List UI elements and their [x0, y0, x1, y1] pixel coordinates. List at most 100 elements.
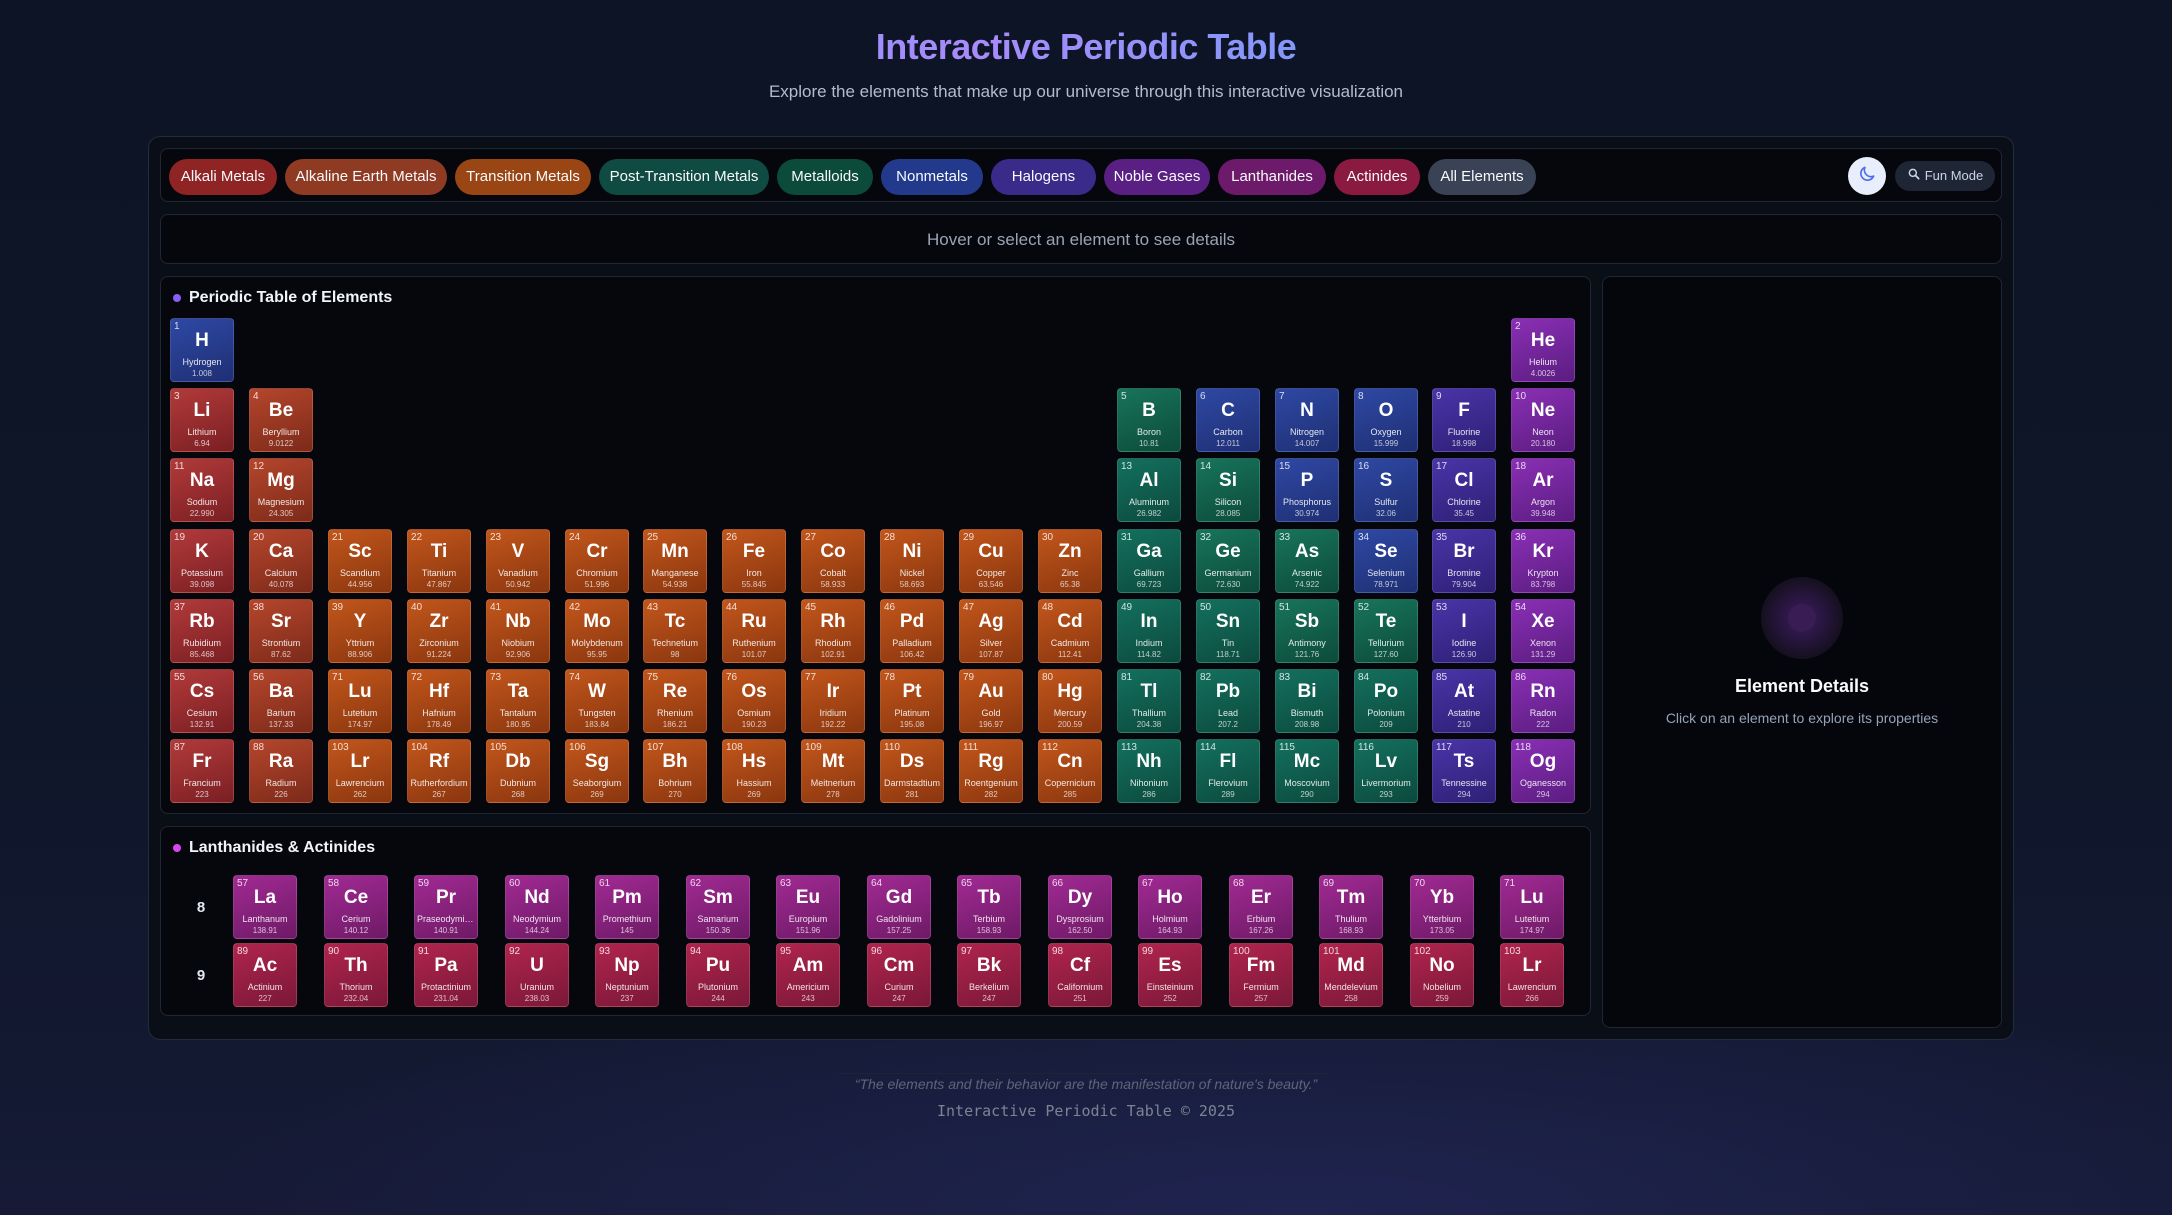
element-tile[interactable]: 72 Hf Hafnium 178.49 — [407, 669, 471, 733]
element-tile[interactable]: 27 Co Cobalt 58.933 — [801, 529, 865, 593]
element-tile[interactable]: 46 Pd Palladium 106.42 — [880, 599, 944, 663]
element-tile[interactable]: 68 Er Erbium 167.26 — [1229, 875, 1293, 939]
element-tile[interactable]: 76 Os Osmium 190.23 — [722, 669, 786, 733]
element-tile[interactable]: 67 Ho Holmium 164.93 — [1138, 875, 1202, 939]
element-tile[interactable]: 25 Mn Manganese 54.938 — [643, 529, 707, 593]
element-tile[interactable]: 85 At Astatine 210 — [1432, 669, 1496, 733]
element-tile[interactable]: 116 Lv Livermorium 293 — [1354, 739, 1418, 803]
element-tile[interactable]: 104 Rf Rutherfordium 267 — [407, 739, 471, 803]
element-tile[interactable]: 40 Zr Zirconium 91.224 — [407, 599, 471, 663]
element-tile[interactable]: 52 Te Tellurium 127.60 — [1354, 599, 1418, 663]
element-tile[interactable]: 37 Rb Rubidium 85.468 — [170, 599, 234, 663]
element-tile[interactable]: 88 Ra Radium 226 — [249, 739, 313, 803]
element-tile[interactable]: 60 Nd Neodymium 144.24 — [505, 875, 569, 939]
element-tile[interactable]: 90 Th Thorium 232.04 — [324, 943, 388, 1007]
filter-chip[interactable]: Actinides — [1334, 159, 1420, 195]
element-tile[interactable]: 48 Cd Cadmium 112.41 — [1038, 599, 1102, 663]
element-tile[interactable]: 64 Gd Gadolinium 157.25 — [867, 875, 931, 939]
element-tile[interactable]: 103 Lr Lawrencium 266 — [1500, 943, 1564, 1007]
element-tile[interactable]: 30 Zn Zinc 65.38 — [1038, 529, 1102, 593]
element-tile[interactable]: 50 Sn Tin 118.71 — [1196, 599, 1260, 663]
element-tile[interactable]: 66 Dy Dysprosium 162.50 — [1048, 875, 1112, 939]
element-tile[interactable]: 111 Rg Roentgenium 282 — [959, 739, 1023, 803]
element-tile[interactable]: 8 O Oxygen 15.999 — [1354, 388, 1418, 452]
element-tile[interactable]: 9 F Fluorine 18.998 — [1432, 388, 1496, 452]
element-tile[interactable]: 54 Xe Xenon 131.29 — [1511, 599, 1575, 663]
element-tile[interactable]: 5 B Boron 10.81 — [1117, 388, 1181, 452]
element-tile[interactable]: 57 La Lanthanum 138.91 — [233, 875, 297, 939]
element-tile[interactable]: 17 Cl Chlorine 35.45 — [1432, 458, 1496, 522]
element-tile[interactable]: 109 Mt Meitnerium 278 — [801, 739, 865, 803]
element-tile[interactable]: 42 Mo Molybdenum 95.95 — [565, 599, 629, 663]
filter-chip[interactable]: Alkali Metals — [169, 159, 277, 195]
element-tile[interactable]: 45 Rh Rhodium 102.91 — [801, 599, 865, 663]
element-tile[interactable]: 11 Na Sodium 22.990 — [170, 458, 234, 522]
element-tile[interactable]: 39 Y Yttrium 88.906 — [328, 599, 392, 663]
element-tile[interactable]: 59 Pr Praseodymium 140.91 — [414, 875, 478, 939]
filter-chip[interactable]: Alkaline Earth Metals — [285, 159, 447, 195]
element-tile[interactable]: 99 Es Einsteinium 252 — [1138, 943, 1202, 1007]
element-tile[interactable]: 43 Tc Technetium 98 — [643, 599, 707, 663]
element-tile[interactable]: 94 Pu Plutonium 244 — [686, 943, 750, 1007]
element-tile[interactable]: 115 Mc Moscovium 290 — [1275, 739, 1339, 803]
element-tile[interactable]: 107 Bh Bohrium 270 — [643, 739, 707, 803]
theme-toggle-button[interactable] — [1848, 157, 1886, 195]
element-tile[interactable]: 91 Pa Protactinium 231.04 — [414, 943, 478, 1007]
element-tile[interactable]: 97 Bk Berkelium 247 — [957, 943, 1021, 1007]
element-tile[interactable]: 49 In Indium 114.82 — [1117, 599, 1181, 663]
element-tile[interactable]: 102 No Nobelium 259 — [1410, 943, 1474, 1007]
element-tile[interactable]: 84 Po Polonium 209 — [1354, 669, 1418, 733]
element-tile[interactable]: 3 Li Lithium 6.94 — [170, 388, 234, 452]
element-tile[interactable]: 22 Ti Titanium 47.867 — [407, 529, 471, 593]
element-tile[interactable]: 86 Rn Radon 222 — [1511, 669, 1575, 733]
element-tile[interactable]: 113 Nh Nihonium 286 — [1117, 739, 1181, 803]
element-tile[interactable]: 110 Ds Darmstadtium 281 — [880, 739, 944, 803]
element-tile[interactable]: 117 Ts Tennessine 294 — [1432, 739, 1496, 803]
filter-chip[interactable]: Nonmetals — [881, 159, 983, 195]
element-tile[interactable]: 44 Ru Ruthenium 101.07 — [722, 599, 786, 663]
element-tile[interactable]: 56 Ba Barium 137.33 — [249, 669, 313, 733]
element-tile[interactable]: 65 Tb Terbium 158.93 — [957, 875, 1021, 939]
filter-chip[interactable]: Halogens — [991, 159, 1096, 195]
element-tile[interactable]: 23 V Vanadium 50.942 — [486, 529, 550, 593]
element-tile[interactable]: 71 Lu Lutetium 174.97 — [1500, 875, 1564, 939]
element-tile[interactable]: 7 N Nitrogen 14.007 — [1275, 388, 1339, 452]
element-tile[interactable]: 78 Pt Platinum 195.08 — [880, 669, 944, 733]
element-tile[interactable]: 32 Ge Germanium 72.630 — [1196, 529, 1260, 593]
element-tile[interactable]: 106 Sg Seaborgium 269 — [565, 739, 629, 803]
element-tile[interactable]: 112 Cn Copernicium 285 — [1038, 739, 1102, 803]
element-tile[interactable]: 19 K Potassium 39.098 — [170, 529, 234, 593]
element-tile[interactable]: 18 Ar Argon 39.948 — [1511, 458, 1575, 522]
element-tile[interactable]: 61 Pm Promethium 145 — [595, 875, 659, 939]
element-tile[interactable]: 118 Og Oganesson 294 — [1511, 739, 1575, 803]
element-tile[interactable]: 24 Cr Chromium 51.996 — [565, 529, 629, 593]
fun-mode-button[interactable]: Fun Mode — [1895, 161, 1995, 191]
element-tile[interactable]: 14 Si Silicon 28.085 — [1196, 458, 1260, 522]
element-tile[interactable]: 1 H Hydrogen 1.008 — [170, 318, 234, 382]
element-tile[interactable]: 58 Ce Cerium 140.12 — [324, 875, 388, 939]
element-tile[interactable]: 36 Kr Krypton 83.798 — [1511, 529, 1575, 593]
element-tile[interactable]: 62 Sm Samarium 150.36 — [686, 875, 750, 939]
element-tile[interactable]: 13 Al Aluminum 26.982 — [1117, 458, 1181, 522]
filter-chip[interactable]: All Elements — [1428, 159, 1536, 195]
element-tile[interactable]: 74 W Tungsten 183.84 — [565, 669, 629, 733]
element-tile[interactable]: 77 Ir Iridium 192.22 — [801, 669, 865, 733]
element-tile[interactable]: 79 Au Gold 196.97 — [959, 669, 1023, 733]
element-tile[interactable]: 2 He Helium 4.0026 — [1511, 318, 1575, 382]
element-tile[interactable]: 71 Lu Lutetium 174.97 — [328, 669, 392, 733]
element-tile[interactable]: 105 Db Dubnium 268 — [486, 739, 550, 803]
element-tile[interactable]: 47 Ag Silver 107.87 — [959, 599, 1023, 663]
element-tile[interactable]: 89 Ac Actinium 227 — [233, 943, 297, 1007]
element-tile[interactable]: 87 Fr Francium 223 — [170, 739, 234, 803]
filter-chip[interactable]: Post-Transition Metals — [599, 159, 769, 195]
element-tile[interactable]: 21 Sc Scandium 44.956 — [328, 529, 392, 593]
element-tile[interactable]: 4 Be Beryllium 9.0122 — [249, 388, 313, 452]
element-tile[interactable]: 75 Re Rhenium 186.21 — [643, 669, 707, 733]
element-tile[interactable]: 55 Cs Cesium 132.91 — [170, 669, 234, 733]
element-tile[interactable]: 12 Mg Magnesium 24.305 — [249, 458, 313, 522]
element-tile[interactable]: 80 Hg Mercury 200.59 — [1038, 669, 1102, 733]
element-tile[interactable]: 93 Np Neptunium 237 — [595, 943, 659, 1007]
element-tile[interactable]: 33 As Arsenic 74.922 — [1275, 529, 1339, 593]
element-tile[interactable]: 92 U Uranium 238.03 — [505, 943, 569, 1007]
element-tile[interactable]: 82 Pb Lead 207.2 — [1196, 669, 1260, 733]
